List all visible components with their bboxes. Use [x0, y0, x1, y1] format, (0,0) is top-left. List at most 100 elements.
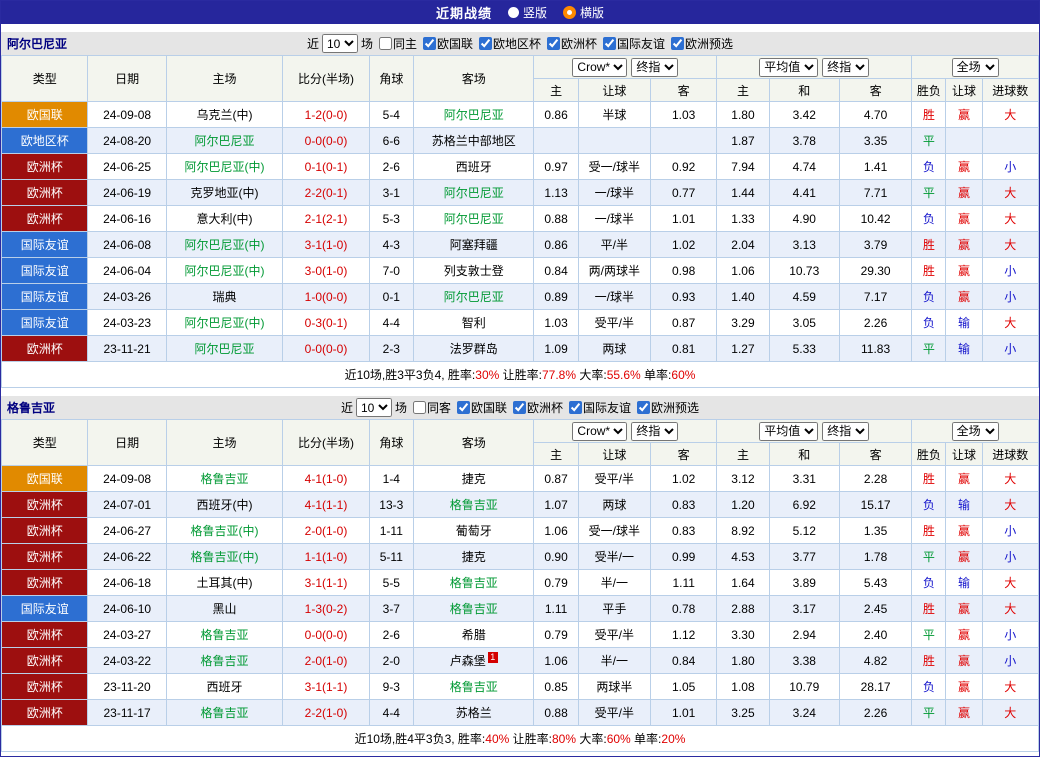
handicap-away-odds: 0.93: [651, 284, 717, 310]
bookmaker-select[interactable]: Crow*: [572, 58, 627, 77]
avg-away-odds: 15.17: [839, 492, 911, 518]
handicap-result-cell: [946, 128, 982, 154]
score-cell: 1-3(0-2): [283, 596, 369, 622]
home-team-cell[interactable]: 阿尔巴尼亚(中): [166, 258, 283, 284]
league-checkbox[interactable]: [637, 401, 650, 414]
league-checkbox[interactable]: [457, 401, 470, 414]
away-team-cell[interactable]: 阿尔巴尼亚: [413, 180, 534, 206]
avg-home-odds: 3.12: [717, 466, 769, 492]
away-team-cell[interactable]: 列支敦士登: [413, 258, 534, 284]
league-filter[interactable]: 国际友谊: [569, 399, 631, 416]
bookmaker-select[interactable]: Crow*: [572, 422, 627, 441]
handicap-line: 半/一: [578, 570, 650, 596]
away-team-cell[interactable]: 阿尔巴尼亚: [413, 206, 534, 232]
result-cell: 胜: [912, 466, 946, 492]
same-venue-filter[interactable]: 同客: [413, 399, 451, 416]
home-team-cell[interactable]: 阿尔巴尼亚(中): [166, 232, 283, 258]
home-team-cell[interactable]: 意大利(中): [166, 206, 283, 232]
away-team-cell[interactable]: 捷克: [413, 466, 534, 492]
away-team-cell[interactable]: 希腊: [413, 622, 534, 648]
away-team-cell[interactable]: 格鲁吉亚: [413, 596, 534, 622]
away-team-cell[interactable]: 法罗群岛: [413, 336, 534, 362]
away-team-cell[interactable]: 阿塞拜疆: [413, 232, 534, 258]
avg-away-odds: 7.17: [839, 284, 911, 310]
average-select[interactable]: 平均值: [759, 422, 818, 441]
match-count-select[interactable]: 10: [356, 398, 392, 417]
home-team-cell[interactable]: 格鲁吉亚: [166, 466, 283, 492]
home-team-cell[interactable]: 西班牙(中): [166, 492, 283, 518]
result-cell: 胜: [912, 232, 946, 258]
home-team-cell[interactable]: 阿尔巴尼亚(中): [166, 154, 283, 180]
same-venue-filter[interactable]: 同主: [379, 35, 417, 52]
handicap-line: 平/半: [578, 232, 650, 258]
avg-draw-odds: 5.33: [769, 336, 839, 362]
match-count-select[interactable]: 10: [322, 34, 358, 53]
away-team-cell[interactable]: 智利: [413, 310, 534, 336]
home-team-cell[interactable]: 格鲁吉亚: [166, 648, 283, 674]
league-type-cell: 欧洲杯: [2, 336, 88, 362]
same-venue-checkbox[interactable]: [413, 401, 426, 414]
league-checkbox[interactable]: [569, 401, 582, 414]
league-filter[interactable]: 国际友谊: [603, 35, 665, 52]
home-team-cell[interactable]: 格鲁吉亚(中): [166, 518, 283, 544]
home-team-cell[interactable]: 阿尔巴尼亚(中): [166, 310, 283, 336]
league-filter[interactable]: 欧国联: [423, 35, 473, 52]
away-team-cell[interactable]: 葡萄牙: [413, 518, 534, 544]
away-team-cell[interactable]: 苏格兰中部地区: [413, 128, 534, 154]
avg-home-odds: 1.08: [717, 674, 769, 700]
league-type-cell: 欧洲杯: [2, 544, 88, 570]
radio-unselected-icon[interactable]: [508, 7, 519, 18]
league-filter[interactable]: 欧国联: [457, 399, 507, 416]
final-odds-select-1[interactable]: 终指: [631, 58, 678, 77]
away-team-cell[interactable]: 格鲁吉亚: [413, 570, 534, 596]
league-filter[interactable]: 欧洲预选: [637, 399, 699, 416]
league-checkbox[interactable]: [547, 37, 560, 50]
away-team-cell[interactable]: 卢森堡1: [413, 648, 534, 674]
home-team-cell[interactable]: 西班牙: [166, 674, 283, 700]
league-checkbox[interactable]: [513, 401, 526, 414]
layout-option-horizontal[interactable]: 横版: [563, 4, 604, 21]
away-team-cell[interactable]: 格鲁吉亚: [413, 492, 534, 518]
filter-controls: 近10场同主欧国联欧地区杯欧洲杯国际友谊欧洲预选: [307, 34, 733, 53]
league-filter[interactable]: 欧洲杯: [513, 399, 563, 416]
corner-cell: 5-4: [369, 102, 413, 128]
home-team-cell[interactable]: 格鲁吉亚(中): [166, 544, 283, 570]
final-odds-select-1[interactable]: 终指: [631, 422, 678, 441]
final-odds-select-2[interactable]: 终指: [822, 58, 869, 77]
league-filter[interactable]: 欧洲预选: [671, 35, 733, 52]
same-venue-checkbox[interactable]: [379, 37, 392, 50]
home-team-cell[interactable]: 阿尔巴尼亚: [166, 128, 283, 154]
home-team-cell[interactable]: 黑山: [166, 596, 283, 622]
goals-result-cell: 大: [982, 232, 1038, 258]
home-team-cell[interactable]: 格鲁吉亚: [166, 700, 283, 726]
match-row: 欧洲杯24-03-22格鲁吉亚2-0(1-0)2-0卢森堡11.06半/一0.8…: [2, 648, 1039, 674]
league-filter[interactable]: 欧地区杯: [479, 35, 541, 52]
league-filter[interactable]: 欧洲杯: [547, 35, 597, 52]
league-checkbox[interactable]: [603, 37, 616, 50]
goals-result-cell: 大: [982, 310, 1038, 336]
home-team-cell[interactable]: 乌克兰(中): [166, 102, 283, 128]
home-team-cell[interactable]: 瑞典: [166, 284, 283, 310]
handicap-away-odds: 0.92: [651, 154, 717, 180]
league-checkbox[interactable]: [671, 37, 684, 50]
period-select[interactable]: 全场: [952, 58, 999, 77]
period-select[interactable]: 全场: [952, 422, 999, 441]
home-team-cell[interactable]: 格鲁吉亚: [166, 622, 283, 648]
home-team-cell[interactable]: 克罗地亚(中): [166, 180, 283, 206]
avg-draw-odds: 3.89: [769, 570, 839, 596]
away-team-cell[interactable]: 阿尔巴尼亚: [413, 284, 534, 310]
league-checkbox[interactable]: [479, 37, 492, 50]
avg-draw-odds: 3.05: [769, 310, 839, 336]
final-odds-select-2[interactable]: 终指: [822, 422, 869, 441]
layout-option-vertical[interactable]: 竖版: [508, 4, 547, 21]
home-team-cell[interactable]: 阿尔巴尼亚: [166, 336, 283, 362]
home-team-cell[interactable]: 土耳其(中): [166, 570, 283, 596]
away-team-cell[interactable]: 阿尔巴尼亚: [413, 102, 534, 128]
radio-selected-icon[interactable]: [563, 6, 576, 19]
away-team-cell[interactable]: 格鲁吉亚: [413, 674, 534, 700]
away-team-cell[interactable]: 苏格兰: [413, 700, 534, 726]
average-select[interactable]: 平均值: [759, 58, 818, 77]
away-team-cell[interactable]: 西班牙: [413, 154, 534, 180]
league-checkbox[interactable]: [423, 37, 436, 50]
away-team-cell[interactable]: 捷克: [413, 544, 534, 570]
